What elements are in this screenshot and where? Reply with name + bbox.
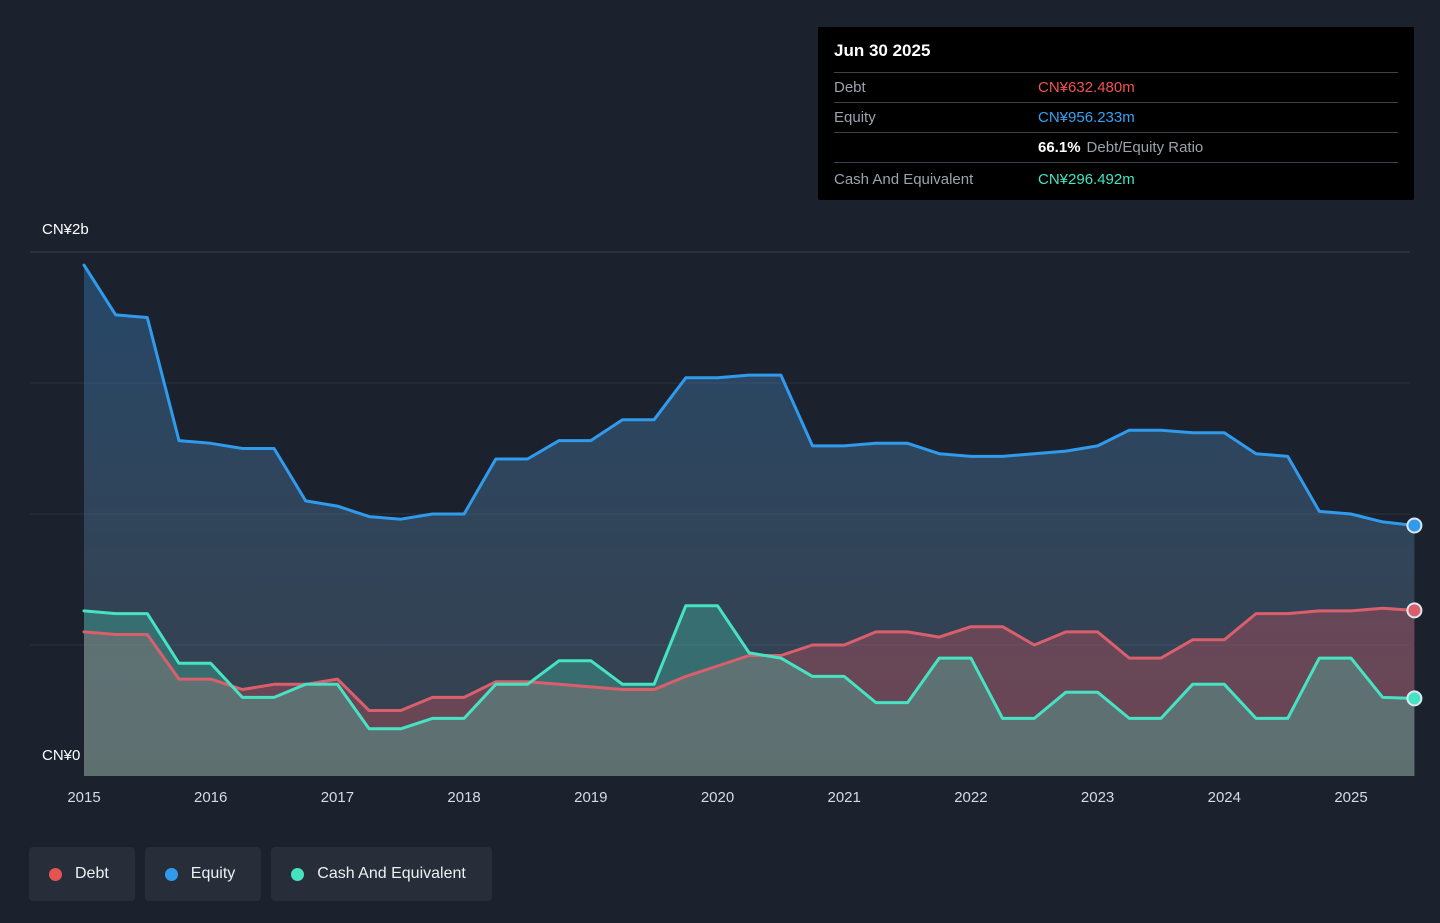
tooltip-row-equity: Equity CN¥956.233m xyxy=(834,103,1398,133)
tooltip-cash-value: CN¥296.492m xyxy=(1038,171,1398,188)
x-axis-label: 2019 xyxy=(561,789,621,806)
tooltip-date: Jun 30 2025 xyxy=(834,27,1398,73)
x-axis-label: 2023 xyxy=(1068,789,1128,806)
x-axis-label: 2025 xyxy=(1321,789,1381,806)
cash-endpoint-marker xyxy=(1407,691,1421,705)
legend-label-debt: Debt xyxy=(75,865,109,883)
x-axis-label: 2017 xyxy=(307,789,367,806)
y-axis-label-max: CN¥2b xyxy=(42,221,89,238)
legend: Debt Equity Cash And Equivalent xyxy=(29,847,492,901)
legend-item-debt[interactable]: Debt xyxy=(29,847,135,901)
x-axis-label: 2020 xyxy=(688,789,748,806)
tooltip-cash-label: Cash And Equivalent xyxy=(834,171,1038,188)
legend-item-cash[interactable]: Cash And Equivalent xyxy=(271,847,492,901)
legend-item-equity[interactable]: Equity xyxy=(145,847,261,901)
x-axis-label: 2021 xyxy=(814,789,874,806)
x-axis-label: 2016 xyxy=(181,789,241,806)
legend-label-equity: Equity xyxy=(191,865,235,883)
equity-endpoint-marker xyxy=(1407,519,1421,533)
tooltip-row-debt: Debt CN¥632.480m xyxy=(834,73,1398,103)
x-axis-label: 2018 xyxy=(434,789,494,806)
tooltip-equity-label: Equity xyxy=(834,109,1038,126)
debt-endpoint-marker xyxy=(1407,603,1421,617)
tooltip-debt-label: Debt xyxy=(834,79,1038,96)
cash-series-dot-icon xyxy=(291,868,304,881)
tooltip-ratio-label: Debt/Equity Ratio xyxy=(1087,139,1204,156)
x-axis: 2015 2016 2017 2018 2019 2020 2021 2022 2023 2024… xyxy=(0,789,1440,811)
x-axis-label: 2022 xyxy=(941,789,1001,806)
chart-tooltip: Jun 30 2025 Debt CN¥632.480m Equity CN¥9… xyxy=(818,27,1414,200)
tooltip-row-ratio: 66.1% Debt/Equity Ratio xyxy=(834,133,1398,163)
tooltip-equity-value: CN¥956.233m xyxy=(1038,109,1398,126)
debt-equity-history-chart: Jun 30 2025 Debt CN¥632.480m Equity CN¥9… xyxy=(0,0,1440,923)
tooltip-ratio: 66.1% Debt/Equity Ratio xyxy=(1038,139,1398,156)
tooltip-row-cash: Cash And Equivalent CN¥296.492m xyxy=(834,163,1398,196)
y-axis-label-min: CN¥0 xyxy=(42,747,80,764)
x-axis-label: 2024 xyxy=(1194,789,1254,806)
legend-label-cash: Cash And Equivalent xyxy=(317,865,466,883)
tooltip-ratio-value: 66.1% xyxy=(1038,139,1081,156)
debt-series-dot-icon xyxy=(49,868,62,881)
tooltip-debt-value: CN¥632.480m xyxy=(1038,79,1398,96)
equity-series-dot-icon xyxy=(165,868,178,881)
x-axis-label: 2015 xyxy=(54,789,114,806)
